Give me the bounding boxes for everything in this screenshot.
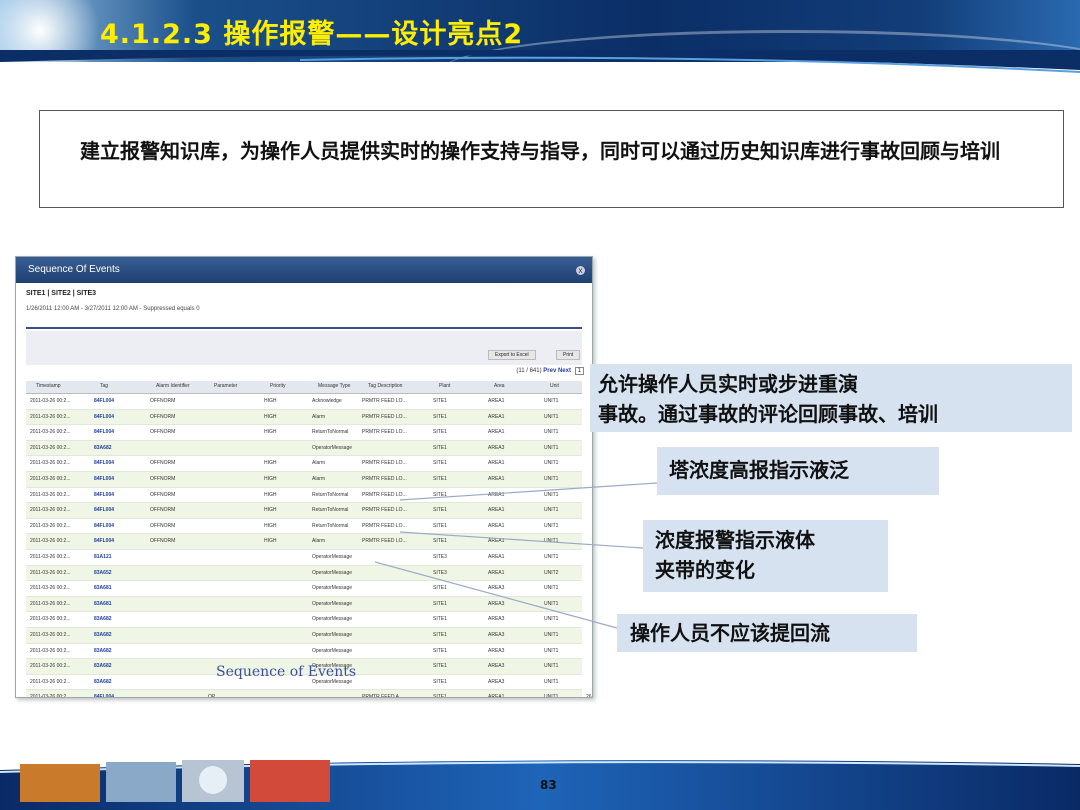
- callout-flooding-text: 塔浓度高报指示液泛: [669, 458, 849, 482]
- callout-reflux: 操作人员不应该提回流: [617, 614, 917, 652]
- callout-flooding: 塔浓度高报指示液泛: [657, 447, 939, 495]
- callout-reflux-text: 操作人员不应该提回流: [630, 621, 830, 645]
- callout-entrainment-text: 浓度报警指示液体 夹带的变化: [655, 528, 815, 582]
- callout-replay: 允许操作人员实时或步进重演 事故。通过事故的评论回顾事故、培训: [590, 364, 1072, 432]
- callout-entrainment: 浓度报警指示液体 夹带的变化: [643, 520, 888, 592]
- callout-replay-text: 允许操作人员实时或步进重演 事故。通过事故的评论回顾事故、培训: [598, 372, 938, 426]
- page-number: 83: [540, 778, 557, 792]
